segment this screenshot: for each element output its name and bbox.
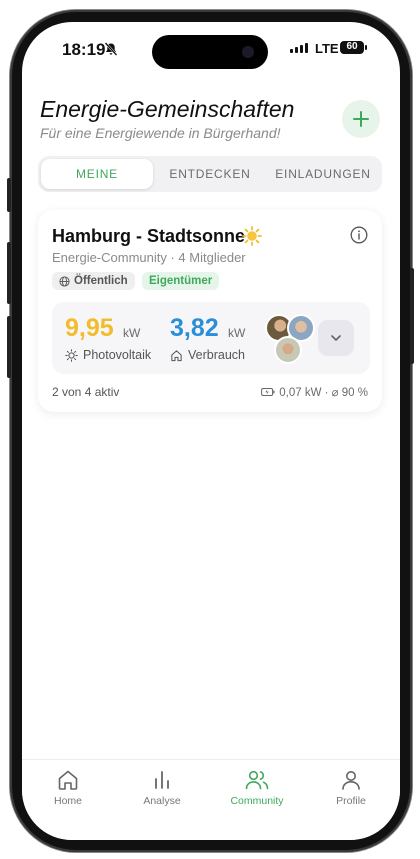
role-badge: Eigentümer: [142, 272, 220, 290]
avatar: [274, 336, 302, 364]
visibility-badge: Öffentlich: [52, 272, 135, 290]
signal-icon: [290, 43, 308, 53]
nav-community[interactable]: Community: [217, 768, 297, 807]
house-icon: [171, 349, 182, 361]
tab-meine[interactable]: MEINE: [41, 159, 153, 189]
pv-label: Photovoltaik: [65, 348, 151, 362]
bar-chart-icon: [155, 771, 169, 789]
user-icon: [342, 771, 360, 790]
nav-community-label: Community: [230, 795, 284, 807]
pv-label-text: Photovoltaik: [83, 348, 152, 362]
nav-home-label: Home: [53, 795, 82, 807]
globe-icon: [59, 275, 70, 287]
page-title: Energie-Gemeinschaften: [40, 96, 295, 122]
add-community-button[interactable]: [342, 100, 380, 138]
power-button: [410, 268, 414, 364]
community-card[interactable]: Hamburg - Stadtsonne Energie-Community ·…: [38, 210, 382, 412]
chevron-down-icon: [331, 335, 341, 341]
community-name: Hamburg - Stadtsonne: [52, 226, 246, 246]
battery-stats-text: 0,07 kW · ⌀ 90 %: [279, 387, 368, 399]
sun-outline-icon: [65, 348, 78, 362]
battery-level: 60: [346, 41, 358, 52]
bottom-navigation: Home Analyse Community Profile: [22, 759, 400, 840]
battery-icon: 60: [340, 41, 367, 54]
tab-entdecken[interactable]: ENTDECKEN: [154, 159, 266, 189]
camera: [242, 46, 254, 58]
nav-profile[interactable]: Profile: [311, 768, 391, 807]
app-screen: 18:19 LTE 60 Energie-Gemeinschaften Für …: [22, 22, 400, 840]
volume-up-button: [7, 242, 11, 304]
visibility-label: Öffentlich: [74, 275, 128, 287]
active-members-text: 2 von 4 aktiv: [52, 385, 120, 399]
page-subtitle: Für eine Energiewende in Bürgerhand!: [40, 125, 281, 141]
tab-einladungen[interactable]: EINLADUNGEN: [267, 159, 379, 189]
mute-switch: [7, 178, 11, 212]
energy-stats-panel: 9,95 kW Photovoltaik 3,82 kW Verbrauch: [52, 302, 370, 374]
nav-profile-label: Profile: [336, 795, 366, 807]
battery-stats: 0,07 kW · ⌀ 90 %: [261, 385, 368, 399]
dynamic-island: [152, 35, 268, 69]
users-icon: [245, 770, 269, 790]
pv-unit: kW: [123, 326, 141, 340]
info-icon[interactable]: [350, 226, 368, 244]
nav-analyse[interactable]: Analyse: [122, 768, 202, 807]
status-bar: 18:19 LTE 60: [22, 22, 400, 76]
sun-icon: [242, 226, 262, 246]
pv-value: 9,95: [65, 314, 114, 342]
consumption-label-text: Verbrauch: [188, 348, 245, 362]
plus-icon: [353, 111, 369, 127]
home-icon: [58, 770, 78, 790]
volume-down-button: [7, 316, 11, 378]
status-time: 18:19: [62, 40, 106, 59]
consumption-value: 3,82: [170, 314, 219, 342]
expand-button[interactable]: [318, 320, 354, 356]
network-type: LTE: [315, 41, 339, 56]
nav-analyse-label: Analyse: [143, 795, 181, 807]
consumption-unit: kW: [228, 326, 246, 340]
segmented-tabs: MEINE ENTDECKEN EINLADUNGEN: [38, 156, 382, 192]
battery-charging-icon: [261, 388, 275, 396]
silent-bell-icon: [104, 42, 118, 56]
community-subtitle: Energie-Community · 4 Mitglieder: [52, 250, 246, 265]
consumption-label: Verbrauch: [170, 348, 245, 362]
nav-home[interactable]: Home: [28, 768, 108, 807]
